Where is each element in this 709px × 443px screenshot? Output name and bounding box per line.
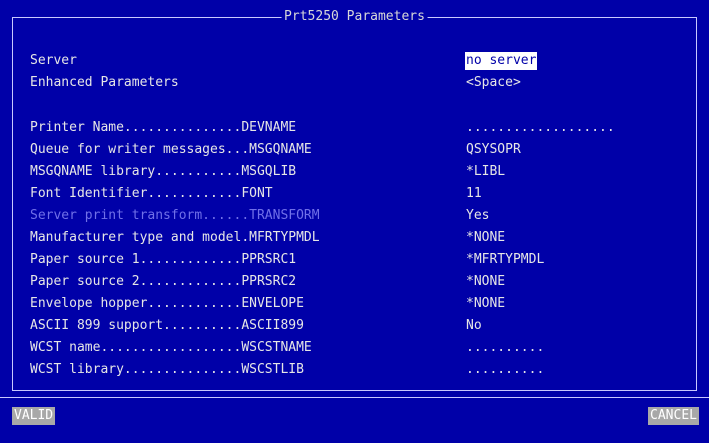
font-label: Font Identifier............FONT [30,186,273,201]
pprsrc1-field[interactable]: *MFRTYPMDL [466,251,544,269]
ascii899-field[interactable]: No [466,317,482,335]
server-field[interactable]: no server [465,52,538,70]
printer-name-field[interactable]: ................... [466,119,615,137]
msgqlib-label: MSGQNAME library...........MSGQLIB [30,164,297,179]
printer-name-label: Printer Name...............DEVNAME [30,120,297,135]
wscstlib-field[interactable]: .......... [466,361,544,379]
pprsrc2-field[interactable]: *NONE [466,273,505,291]
msgqname-label: Queue for writer messages...MSGQNAME [30,142,312,157]
valid-button[interactable]: VALID [12,407,56,425]
pprsrc2-label: Paper source 2.............PPRSRC2 [30,274,297,289]
wscstname-field[interactable]: .......... [466,339,544,357]
wscstname-label: WCST name..................WSCSTNAME [30,340,312,355]
window-title: Prt5250 Parameters [281,8,428,26]
ascii899-label: ASCII 899 support..........ASCII899 [30,318,304,333]
pprsrc1-label: Paper source 1.............PPRSRC1 [30,252,297,267]
wscstlib-label: WCST library...............WSCSTLIB [30,362,304,377]
mfrtypmdl-field[interactable]: *NONE [466,229,505,247]
enhanced-parameters-label: Enhanced Parameters [30,75,179,90]
transform-label: Server print transform......TRANSFORM [30,208,320,223]
msgqname-field[interactable]: QSYSOPR [466,141,521,159]
font-field[interactable]: 11 [466,185,482,203]
terminal-screen: Prt5250 Parameters Server no server Enha… [0,0,709,443]
envelope-field[interactable]: *NONE [466,295,505,313]
transform-field: Yes [466,208,490,223]
cancel-button[interactable]: CANCEL [648,407,699,425]
msgqlib-field[interactable]: *LIBL [466,163,505,181]
enhanced-parameters-field[interactable]: <Space> [466,74,521,92]
bottom-bar [0,397,709,443]
server-label: Server [30,53,77,68]
mfrtypmdl-label: Manufacturer type and model.MFRTYPMDL [30,230,320,245]
envelope-label: Envelope hopper............ENVELOPE [30,296,304,311]
